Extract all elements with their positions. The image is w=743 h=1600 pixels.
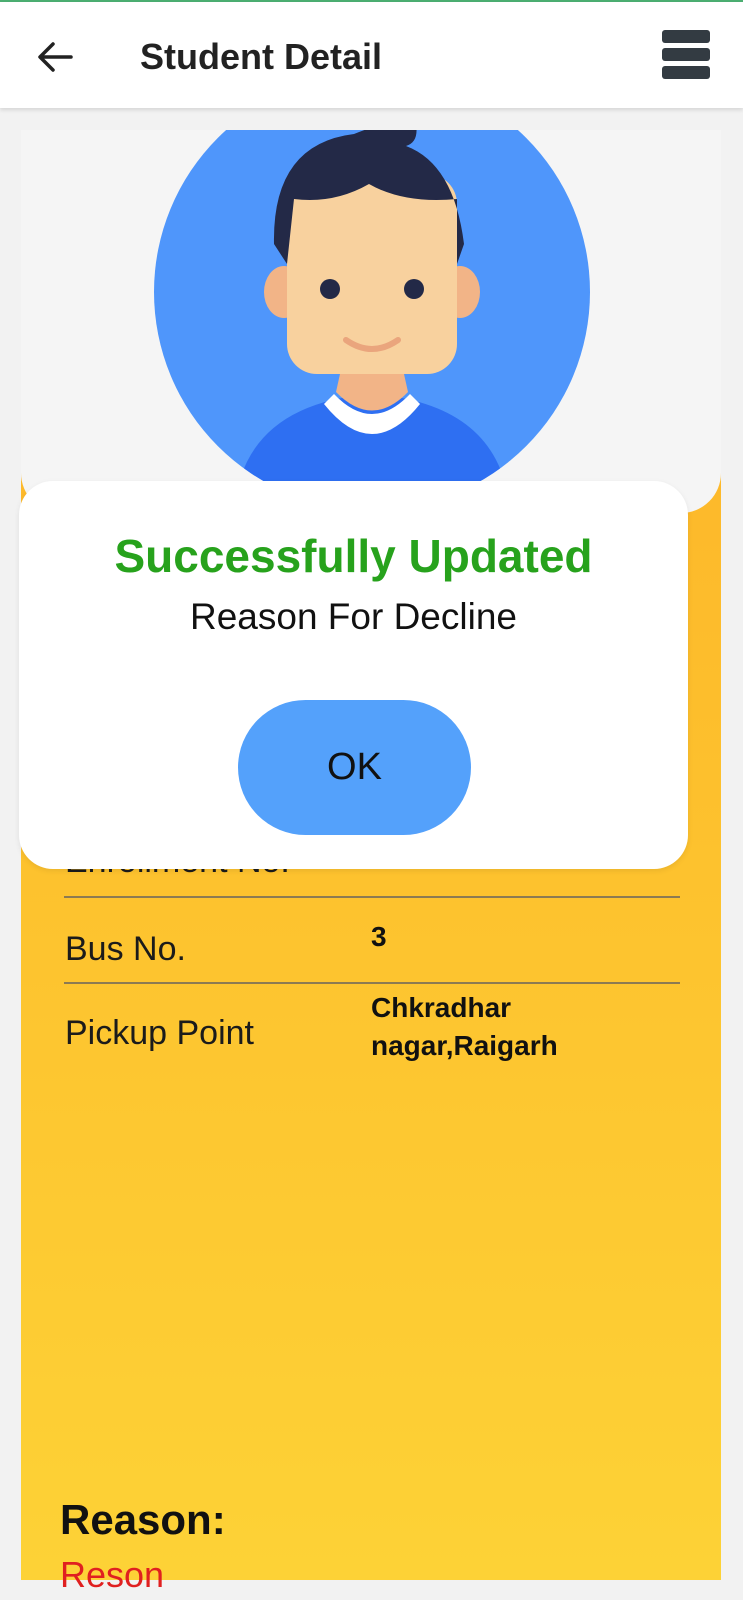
- student-avatar: [154, 130, 590, 510]
- dialog-title: Successfully Updated: [114, 530, 593, 582]
- pickup-point-label: Pickup Point: [65, 1014, 254, 1052]
- arrow-left-icon: [38, 42, 73, 72]
- app-bar: Student Detail: [0, 2, 743, 108]
- reason-label: Reason:: [60, 1496, 226, 1543]
- reason-value: Reson: [60, 1554, 165, 1595]
- ok-button[interactable]: OK: [238, 700, 471, 835]
- dialog-message: Reason For Decline: [190, 596, 517, 637]
- divider: [64, 896, 680, 898]
- pickup-point-value: Chkradhar nagar,Raigarh: [371, 992, 558, 1061]
- menu-button[interactable]: [662, 30, 712, 82]
- divider: [64, 982, 680, 984]
- bus-no-label: Bus No.: [65, 930, 186, 968]
- page-title: Student Detail: [140, 36, 383, 77]
- avatar-panel: [21, 130, 721, 513]
- success-dialog: Successfully Updated Reason For Decline …: [19, 481, 688, 869]
- back-button[interactable]: [30, 32, 80, 82]
- menu-icon: [662, 30, 710, 43]
- bus-no-value: 3: [371, 921, 387, 952]
